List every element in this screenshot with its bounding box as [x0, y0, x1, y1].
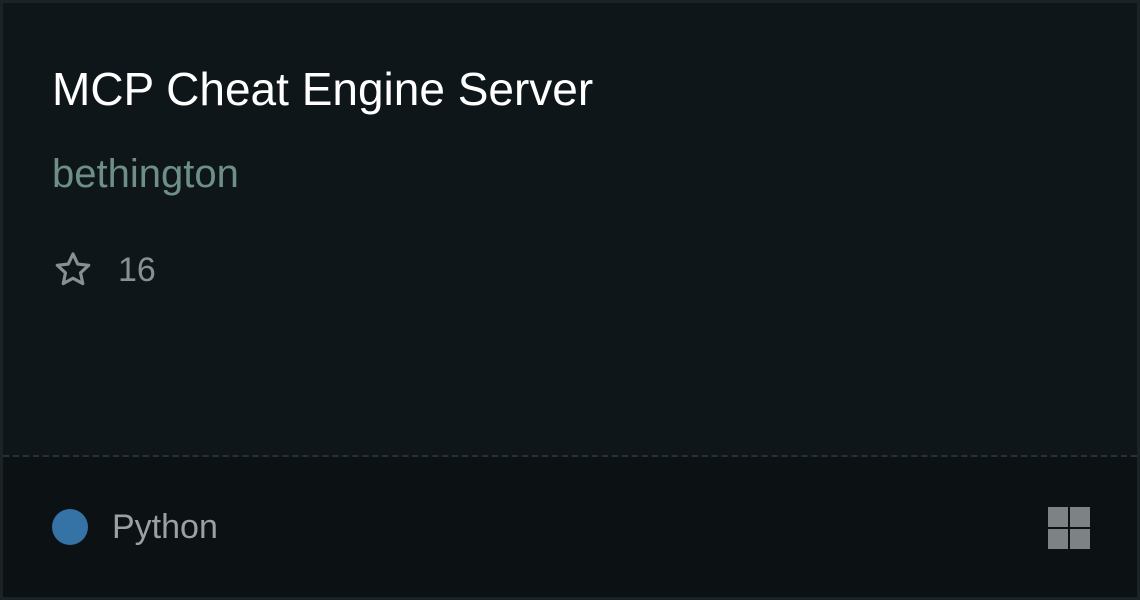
repo-title[interactable]: MCP Cheat Engine Server	[52, 61, 593, 117]
language-color-dot	[52, 509, 88, 545]
language-name: Python	[112, 508, 218, 546]
language-group: Python	[52, 506, 218, 548]
card-footer: Python	[3, 457, 1137, 597]
repo-owner[interactable]: bethington	[52, 149, 239, 199]
repo-card[interactable]: MCP Cheat Engine Server bethington 16 Py…	[0, 0, 1140, 600]
card-header: MCP Cheat Engine Server bethington 16	[3, 3, 1137, 455]
star-icon	[55, 252, 91, 286]
windows-icon	[1048, 507, 1090, 549]
stars-group: 16	[52, 249, 156, 291]
star-count: 16	[118, 251, 156, 289]
